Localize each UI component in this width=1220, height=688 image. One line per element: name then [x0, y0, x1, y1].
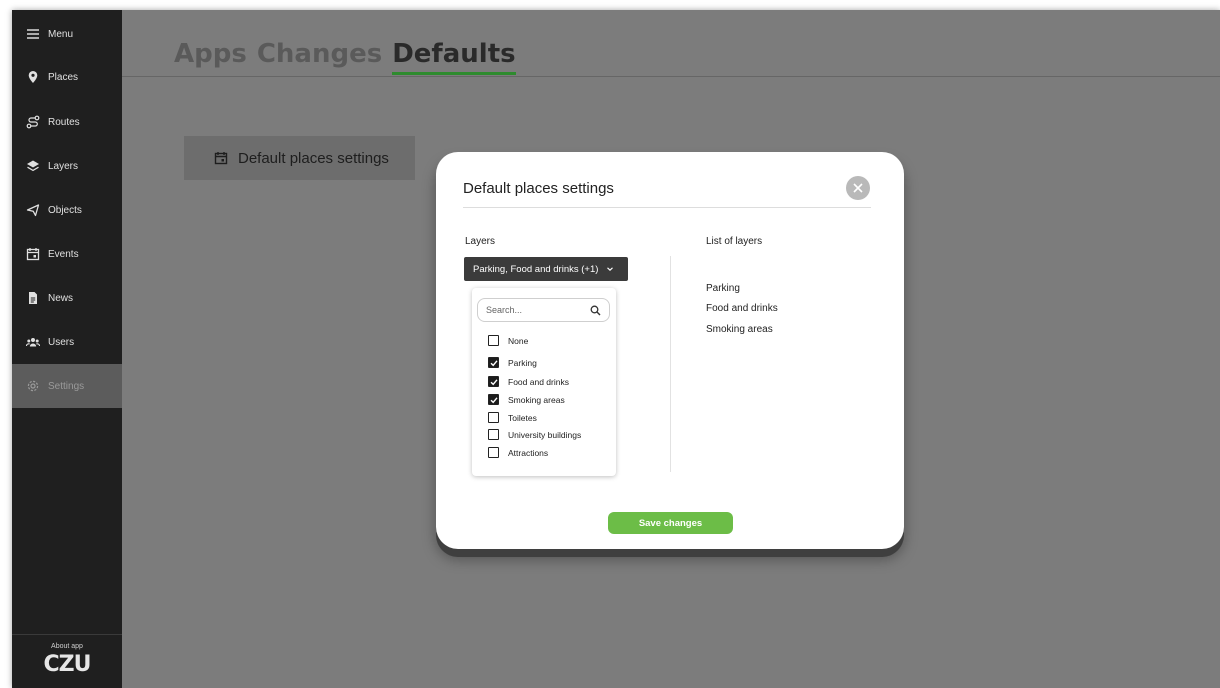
users-icon — [26, 338, 40, 347]
settings-modal: Default places settings Layers List of l… — [436, 152, 904, 549]
checkbox[interactable] — [488, 335, 499, 346]
sidebar-item-label: Settings — [48, 380, 85, 392]
list-item: Smoking areas — [706, 324, 773, 335]
header-divider — [122, 76, 1220, 77]
sidebar-item-settings[interactable]: Settings — [12, 364, 122, 408]
option-label: None — [508, 335, 529, 346]
card-label: Default places settings — [238, 149, 389, 167]
calendar-icon — [26, 248, 40, 261]
close-icon — [853, 183, 863, 193]
sidebar-item-users[interactable]: Users — [12, 320, 122, 364]
layers-dropdown: None Parking Food and drinks Smoking are… — [472, 288, 616, 476]
column-divider — [670, 256, 671, 472]
menu-label: Menu — [48, 28, 74, 40]
sidebar-item-label: Objects — [48, 204, 82, 216]
modal-title: Default places settings — [463, 180, 614, 197]
option-label: Parking — [508, 357, 537, 368]
check-icon — [490, 396, 498, 403]
sidebar-item-label: News — [48, 292, 74, 304]
czu-logo: CZU — [43, 652, 92, 677]
list-item: Food and drinks — [706, 303, 778, 314]
sidebar-item-places[interactable]: Places — [12, 55, 122, 99]
hamburger-icon — [27, 29, 39, 39]
option-toiletes[interactable]: Toiletes — [488, 412, 537, 423]
about-app[interactable]: About app CZU — [12, 634, 122, 688]
option-parking[interactable]: Parking — [488, 357, 537, 368]
tab-changes[interactable]: Changes — [257, 39, 382, 69]
option-attractions[interactable]: Attractions — [488, 447, 548, 458]
option-none[interactable]: None — [488, 335, 528, 346]
sidebar-item-routes[interactable]: Routes — [12, 100, 122, 144]
close-button[interactable] — [846, 176, 870, 200]
menu-toggle[interactable]: Menu — [12, 12, 122, 56]
checkbox[interactable] — [488, 412, 499, 423]
layers-heading: Layers — [465, 236, 496, 247]
search-field[interactable] — [477, 298, 610, 322]
sidebar-item-label: Layers — [48, 160, 79, 172]
option-label: University buildings — [508, 429, 582, 440]
objects-icon — [26, 204, 40, 217]
default-places-settings-card[interactable]: Default places settings — [184, 136, 415, 180]
checkbox[interactable] — [488, 394, 499, 405]
tab-defaults[interactable]: Defaults — [392, 39, 517, 75]
list-of-layers-heading: List of layers — [706, 236, 763, 247]
option-university-buildings[interactable]: University buildings — [488, 429, 581, 440]
sidebar: Menu Places Routes Layers Objects Events… — [12, 10, 122, 688]
option-smoking-areas[interactable]: Smoking areas — [488, 394, 565, 405]
search-input[interactable] — [486, 305, 576, 315]
check-icon — [490, 359, 498, 366]
pin-icon — [28, 71, 38, 83]
checkbox[interactable] — [488, 357, 499, 368]
save-changes-button[interactable]: Save changes — [608, 512, 733, 534]
checkbox[interactable] — [488, 447, 499, 458]
calendar-icon — [214, 152, 228, 165]
option-label: Smoking areas — [508, 394, 565, 405]
header-tabs: Apps Changes Defaults — [174, 39, 517, 75]
sidebar-item-layers[interactable]: Layers — [12, 144, 122, 188]
sidebar-item-label: Places — [48, 71, 79, 83]
layers-select[interactable]: Parking, Food and drinks (+1) — [464, 257, 628, 281]
tab-apps[interactable]: Apps — [174, 39, 247, 69]
option-label: Food and drinks — [508, 376, 569, 387]
search-icon[interactable] — [590, 305, 601, 316]
document-icon — [29, 292, 37, 304]
layers-icon — [27, 160, 39, 172]
sidebar-item-objects[interactable]: Objects — [12, 188, 122, 232]
option-food-and-drinks[interactable]: Food and drinks — [488, 376, 569, 387]
sidebar-item-events[interactable]: Events — [12, 232, 122, 276]
about-app-label: About app — [51, 643, 83, 650]
option-label: Attractions — [508, 447, 549, 458]
checkbox[interactable] — [488, 376, 499, 387]
route-icon — [26, 115, 40, 129]
sidebar-item-news[interactable]: News — [12, 276, 122, 320]
checkbox[interactable] — [488, 429, 499, 440]
chevron-down-icon — [607, 267, 614, 271]
check-icon — [490, 378, 498, 385]
sidebar-item-label: Routes — [48, 116, 80, 128]
gear-icon — [27, 380, 39, 392]
app-window: Menu Places Routes Layers Objects Events… — [12, 10, 1220, 688]
sidebar-item-label: Events — [48, 248, 79, 260]
option-label: Toiletes — [508, 412, 537, 423]
layers-select-value: Parking, Food and drinks (+1) — [473, 263, 599, 275]
modal-divider — [463, 207, 871, 208]
list-item: Parking — [706, 283, 740, 294]
sidebar-item-label: Users — [48, 336, 75, 348]
